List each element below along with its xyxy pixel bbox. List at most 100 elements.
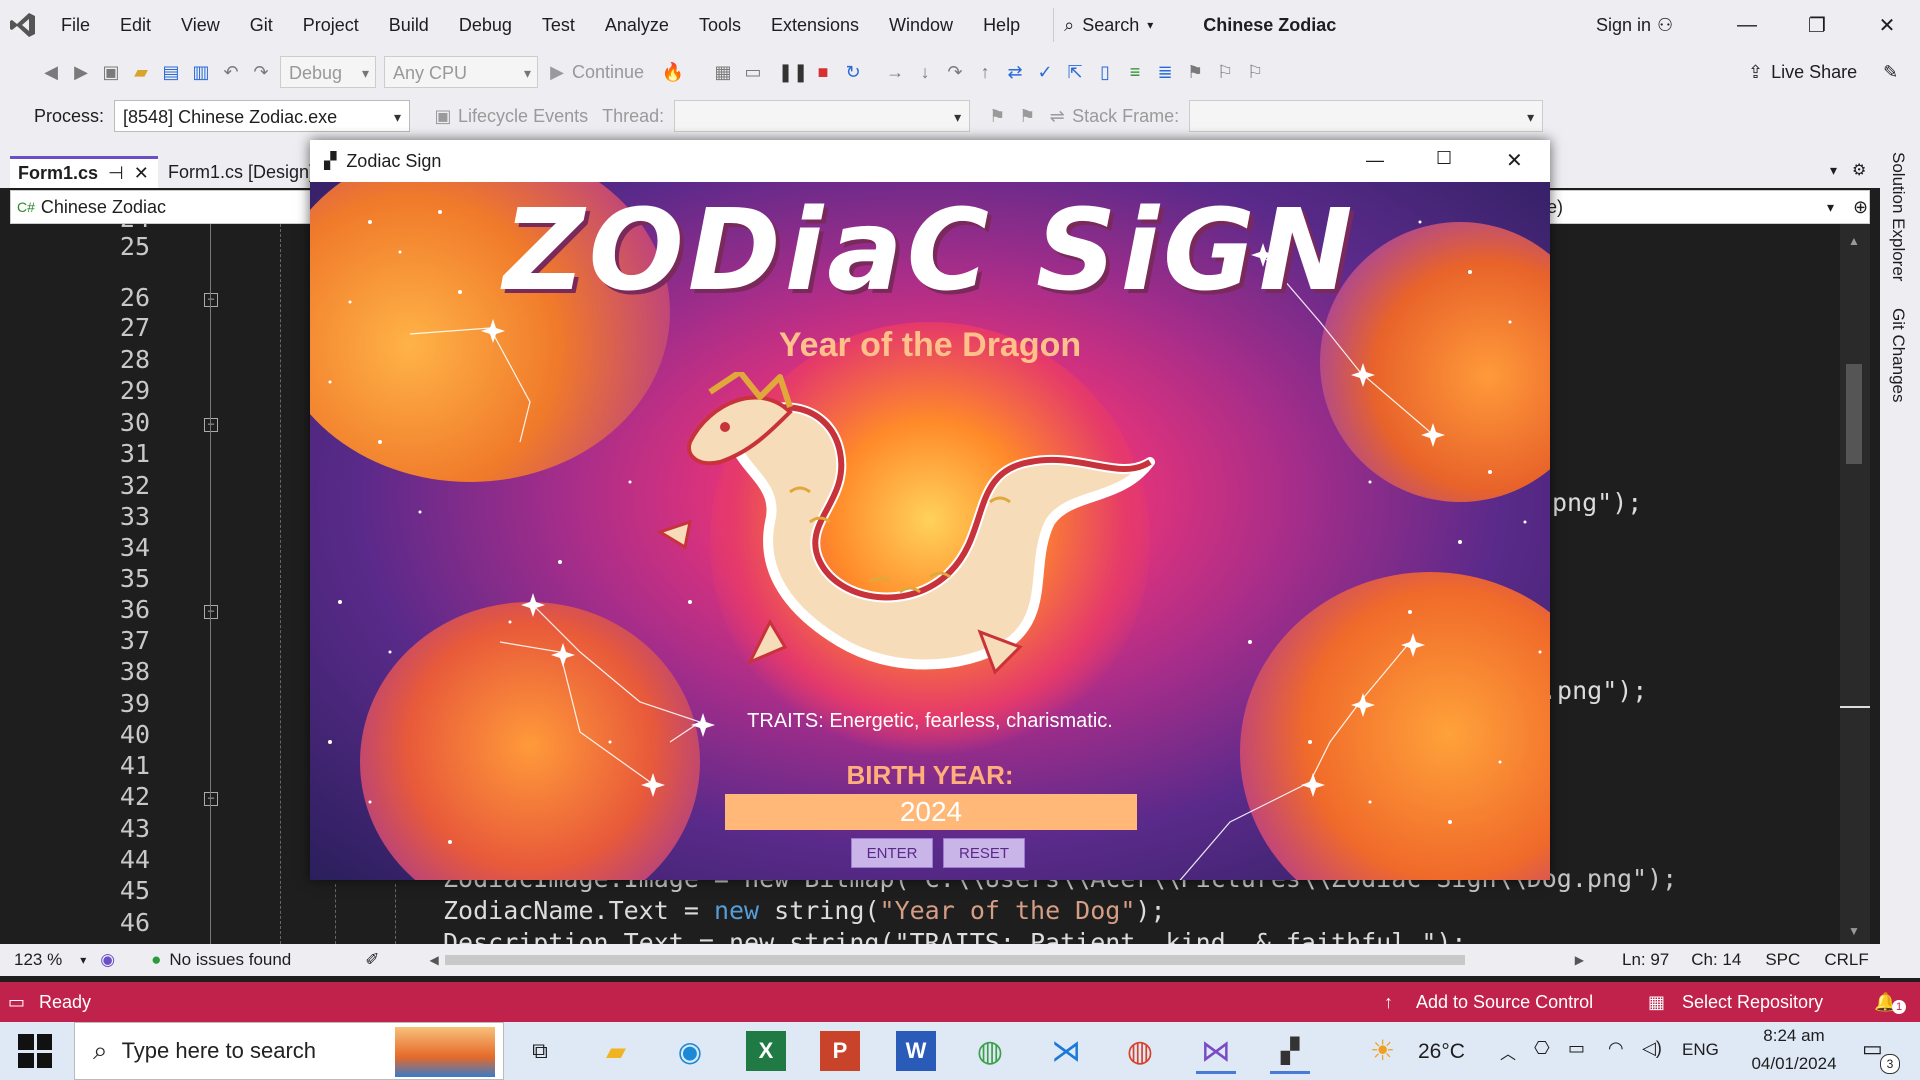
enter-button[interactable]: ENTER [851,838,933,868]
step-into-icon[interactable]: ↓ [910,57,940,87]
menu-debug[interactable]: Debug [444,0,527,50]
spell-check-icon[interactable]: ✓ [1030,57,1060,87]
layout-icon[interactable]: ▭ [738,57,768,87]
process-select[interactable]: [8548] Chinese Zodiac.exe [114,100,411,133]
menu-help[interactable]: Help [968,0,1035,50]
lifecycle-events-dropdown[interactable]: Lifecycle Events [458,106,588,127]
split-editor-icon[interactable]: ⊕ [1853,197,1868,218]
app-maximize-button[interactable]: ☐ [1436,148,1452,169]
bookmark-icon[interactable]: ⚑ [1180,57,1210,87]
browse-folder-icon[interactable]: ▦ [708,57,738,87]
visual-studio-icon[interactable]: ⋈ [1196,1031,1236,1074]
pin-icon[interactable]: ⊣ [108,163,124,184]
scroll-down-icon[interactable]: ▼ [1848,924,1860,938]
menu-project[interactable]: Project [288,0,374,50]
input-language[interactable]: ENG [1682,1040,1719,1060]
horizontal-scrollbar[interactable] [444,955,1465,965]
minimize-button[interactable]: — [1712,0,1782,50]
configuration-select[interactable]: Debug [280,56,376,89]
visual-studio-logo-icon[interactable] [0,0,46,50]
select-repository[interactable]: Select Repository [1682,992,1823,1013]
chrome-icon[interactable]: ◍ [1120,1031,1160,1071]
char-indicator[interactable]: Ch: 14 [1691,950,1741,970]
indent-icon[interactable]: ≡ [1120,57,1150,87]
pointer-icon[interactable]: ⇱ [1060,57,1090,87]
pause-icon[interactable]: ❚❚ [778,57,808,87]
menu-build[interactable]: Build [374,0,444,50]
collapse-region-icon[interactable]: − [204,418,218,432]
menu-analyze[interactable]: Analyze [590,0,684,50]
step-over-icon[interactable]: → [880,57,910,87]
outdent-icon[interactable]: ≣ [1150,57,1180,87]
continue-button[interactable]: Continue [572,62,644,83]
feedback-icon[interactable]: ✎ [1883,62,1898,83]
app-minimize-button[interactable]: — [1366,150,1384,171]
show-threads-icon[interactable]: ⇌ [1042,101,1072,131]
output-icon[interactable]: ▭ [8,992,25,1013]
clock-date[interactable]: 04/01/2024 [1736,1054,1852,1074]
restore-button[interactable]: ❐ [1782,0,1852,50]
new-project-icon[interactable]: ▣ [96,57,126,87]
thread-select[interactable] [674,100,971,133]
git-changes-tab[interactable]: Git Changes [1888,308,1908,403]
tab-form1-design[interactable]: Form1.cs [Design] [160,156,322,188]
weather-temp[interactable]: 26°C [1418,1040,1465,1064]
forward-icon[interactable]: ▶ [66,57,96,87]
menu-file[interactable]: File [46,0,105,50]
collapse-region-icon[interactable]: − [204,605,218,619]
menu-test[interactable]: Test [527,0,590,50]
reset-button[interactable]: RESET [943,838,1025,868]
menu-edit[interactable]: Edit [105,0,166,50]
vertical-scrollbar[interactable]: ▲ ▼ [1840,224,1870,944]
settings-gear-icon[interactable]: ⚙ [1852,160,1866,180]
weather-icon[interactable]: ☀ [1370,1034,1395,1067]
volume-icon[interactable]: ◁) [1642,1038,1662,1059]
action-center-icon[interactable]: ▭ [1862,1036,1883,1062]
step-back-icon[interactable]: ↷ [940,57,970,87]
step-out-icon[interactable]: ↑ [970,57,1000,87]
scroll-left-icon[interactable]: ◀ [430,953,439,967]
powerpoint-icon[interactable]: P [820,1031,860,1071]
issues-status[interactable]: No issues found [169,950,291,970]
show-hidden-icons-icon[interactable]: ︿ [1500,1040,1516,1064]
close-button[interactable]: ✕ [1852,0,1920,50]
meet-now-icon[interactable]: ⎔ [1534,1038,1550,1059]
flag-icon[interactable]: ⚑ [982,101,1012,131]
redo-icon[interactable]: ↷ [246,57,276,87]
hot-reload-icon[interactable]: 🔥 [658,57,688,87]
tab-list-chevron-icon[interactable]: ▾ [1830,162,1837,179]
flag-threads-icon[interactable]: ⚑ [1012,101,1042,131]
save-all-icon[interactable]: ▥ [186,57,216,87]
platform-select[interactable]: Any CPU [384,56,538,89]
chrome-profile-icon[interactable]: ◍ [970,1031,1010,1071]
vscode-icon[interactable]: ⋊ [1046,1031,1086,1071]
clock-time[interactable]: 8:24 am [1746,1026,1842,1046]
taskbar-search[interactable]: ⌕ Type here to search [74,1022,504,1080]
diagnostics-icon[interactable]: ⇄ [1000,57,1030,87]
line-ending-indicator[interactable]: CRLF [1824,950,1868,970]
bookmark-prev-icon[interactable]: ⚐ [1210,57,1240,87]
birth-year-input[interactable] [725,794,1137,830]
tab-form1-cs[interactable]: Form1.cs ⊣ ✕ [10,156,158,188]
excel-icon[interactable]: X [746,1031,786,1071]
line-indicator[interactable]: Ln: 97 [1622,950,1669,970]
panel-icon[interactable]: ▯ [1090,57,1120,87]
battery-icon[interactable]: ▭ [1568,1038,1585,1059]
scroll-up-icon[interactable]: ▲ [1848,234,1860,248]
project-dropdown[interactable]: Chinese Zodiac [41,197,166,218]
windows-start-icon[interactable] [18,1034,52,1068]
zodiac-app-icon[interactable]: ▞ [1270,1031,1310,1074]
chevron-down-icon[interactable]: ▾ [80,953,86,967]
cleanup-brush-icon[interactable]: ✐ [365,950,379,970]
task-view-icon[interactable]: ⧉ [520,1031,560,1071]
menu-view[interactable]: View [166,0,235,50]
copilot-icon[interactable]: ◉ [100,950,115,970]
save-icon[interactable]: ▤ [156,57,186,87]
menu-extensions[interactable]: Extensions [756,0,874,50]
menu-tools[interactable]: Tools [684,0,756,50]
continue-play-icon[interactable]: ▶ [542,57,572,87]
close-tab-icon[interactable]: ✕ [134,163,149,184]
app-close-button[interactable]: ✕ [1506,148,1523,173]
scroll-right-icon[interactable]: ▶ [1575,953,1584,967]
collapse-region-icon[interactable]: − [204,293,218,307]
